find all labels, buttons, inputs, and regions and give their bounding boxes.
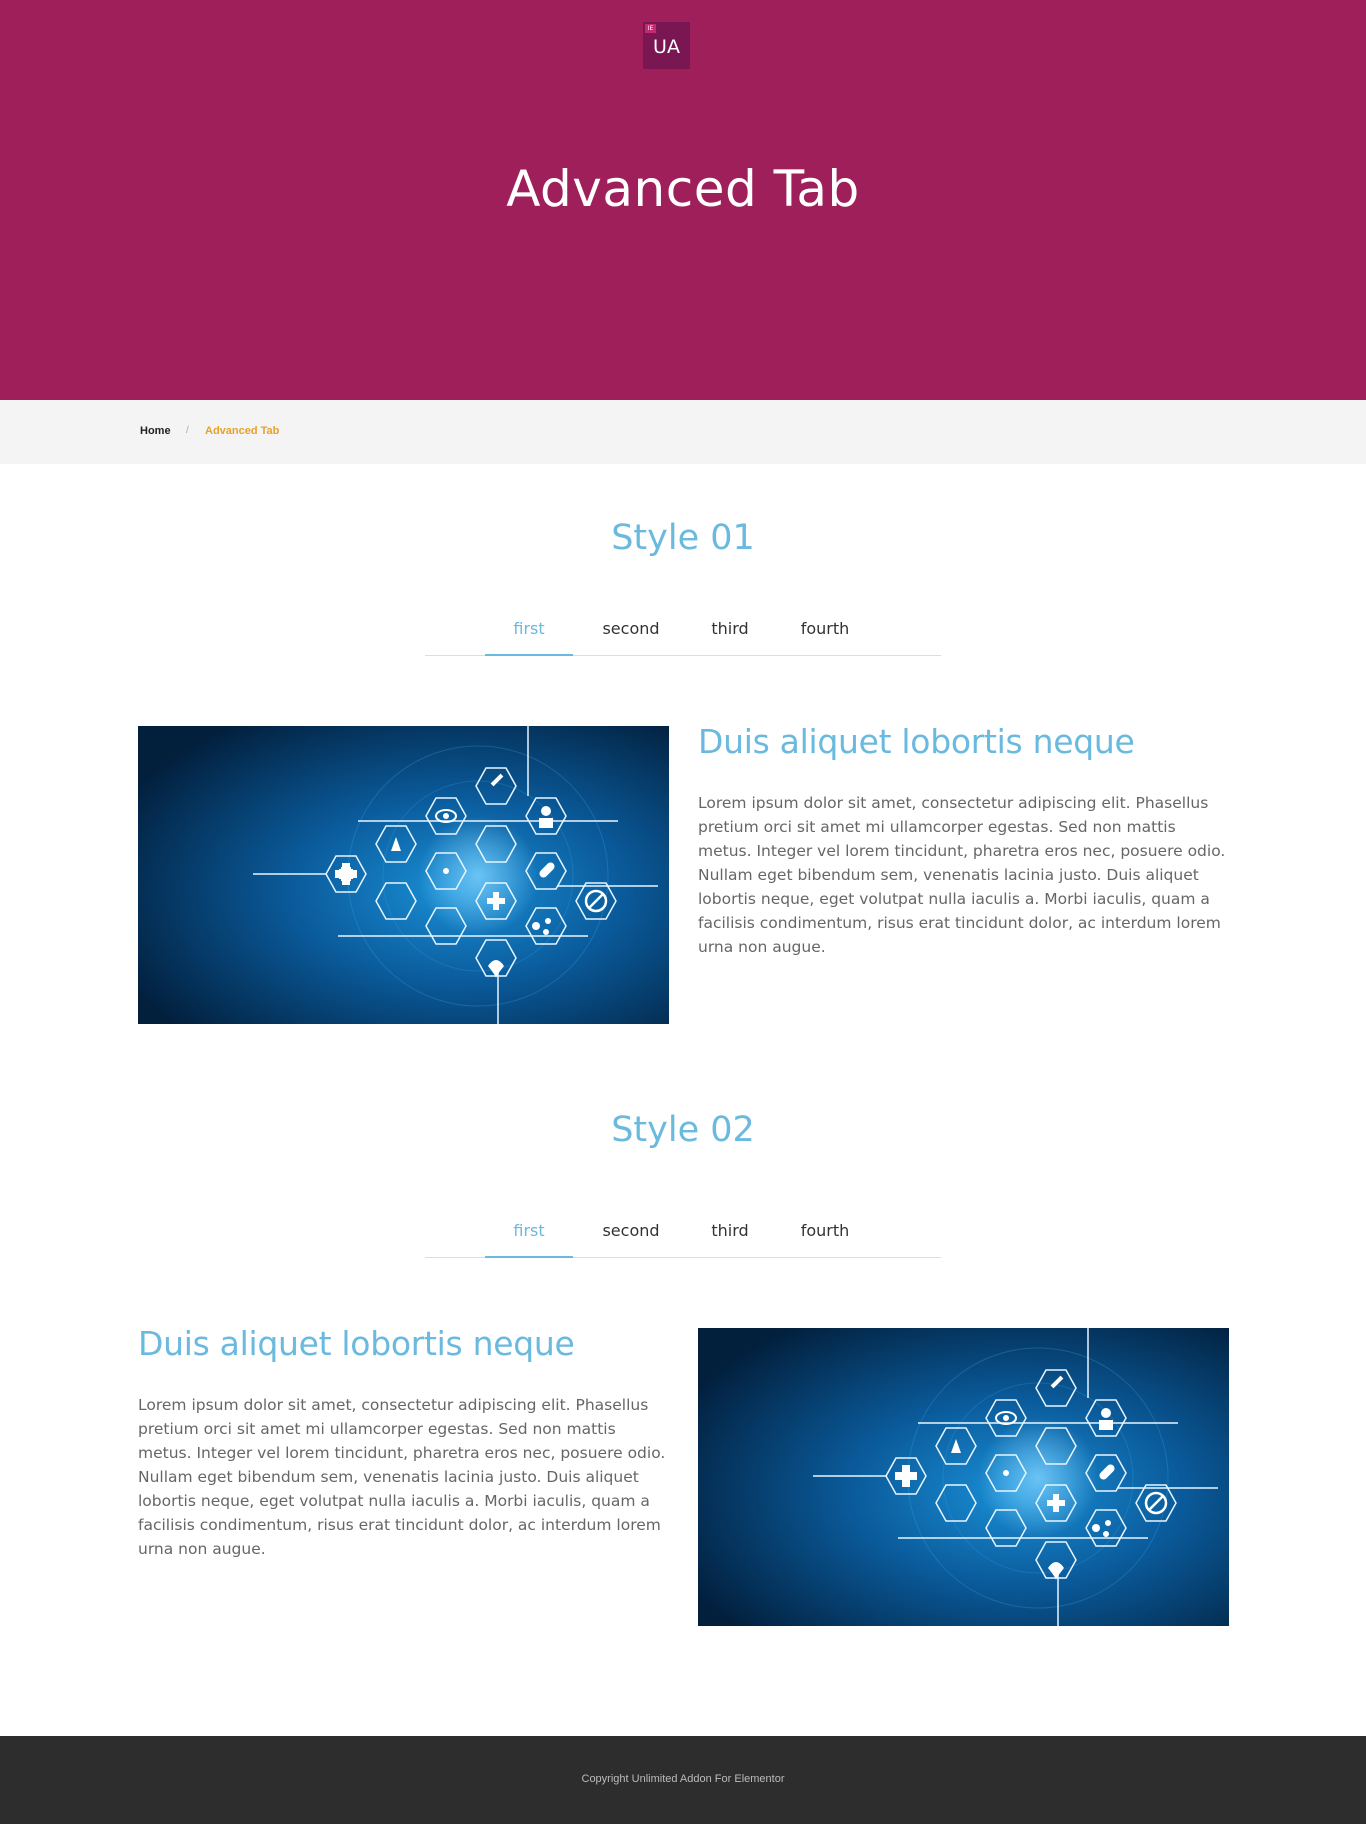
style02-tab-first[interactable]: first bbox=[485, 1216, 573, 1258]
breadcrumb-current: Advanced Tab bbox=[205, 425, 280, 437]
site-footer: Copyright Unlimited Addon For Elementor bbox=[0, 1736, 1366, 1824]
style01-heading: Duis aliquet lobortis neque bbox=[698, 722, 1135, 761]
style01-tab-second[interactable]: second bbox=[585, 614, 677, 656]
style02-tab-third[interactable]: third bbox=[690, 1216, 770, 1258]
style02-heading: Duis aliquet lobortis neque bbox=[138, 1324, 575, 1363]
hero-banner: IE UA Advanced Tab bbox=[0, 0, 1366, 400]
style02-tabs: first second third fourth bbox=[425, 1216, 941, 1258]
style02-title: Style 02 bbox=[611, 1110, 755, 1150]
style02-medical-image bbox=[698, 1328, 1229, 1626]
style02-tab-fourth[interactable]: fourth bbox=[783, 1216, 867, 1258]
logo-text: UA bbox=[653, 36, 680, 58]
page-title: Advanced Tab bbox=[506, 160, 860, 218]
style01-tabs: first second third fourth bbox=[425, 614, 941, 656]
style01-body: Lorem ipsum dolor sit amet, consectetur … bbox=[698, 794, 1226, 956]
style01-tab-first[interactable]: first bbox=[485, 614, 573, 656]
style01-title: Style 01 bbox=[611, 518, 755, 558]
breadcrumb-home-link[interactable]: Home bbox=[140, 425, 171, 437]
style01-tab-third[interactable]: third bbox=[690, 614, 770, 656]
style01-medical-image bbox=[138, 726, 669, 1024]
site-logo[interactable]: IE UA bbox=[643, 22, 690, 69]
style01-tab-fourth[interactable]: fourth bbox=[783, 614, 867, 656]
style02-tab-second[interactable]: second bbox=[585, 1216, 677, 1258]
breadcrumb-separator: / bbox=[186, 425, 189, 436]
breadcrumb: Home / Advanced Tab bbox=[0, 400, 1366, 464]
footer-copyright: Copyright Unlimited Addon For Elementor bbox=[581, 1773, 785, 1785]
style02-body: Lorem ipsum dolor sit amet, consectetur … bbox=[138, 1396, 666, 1558]
